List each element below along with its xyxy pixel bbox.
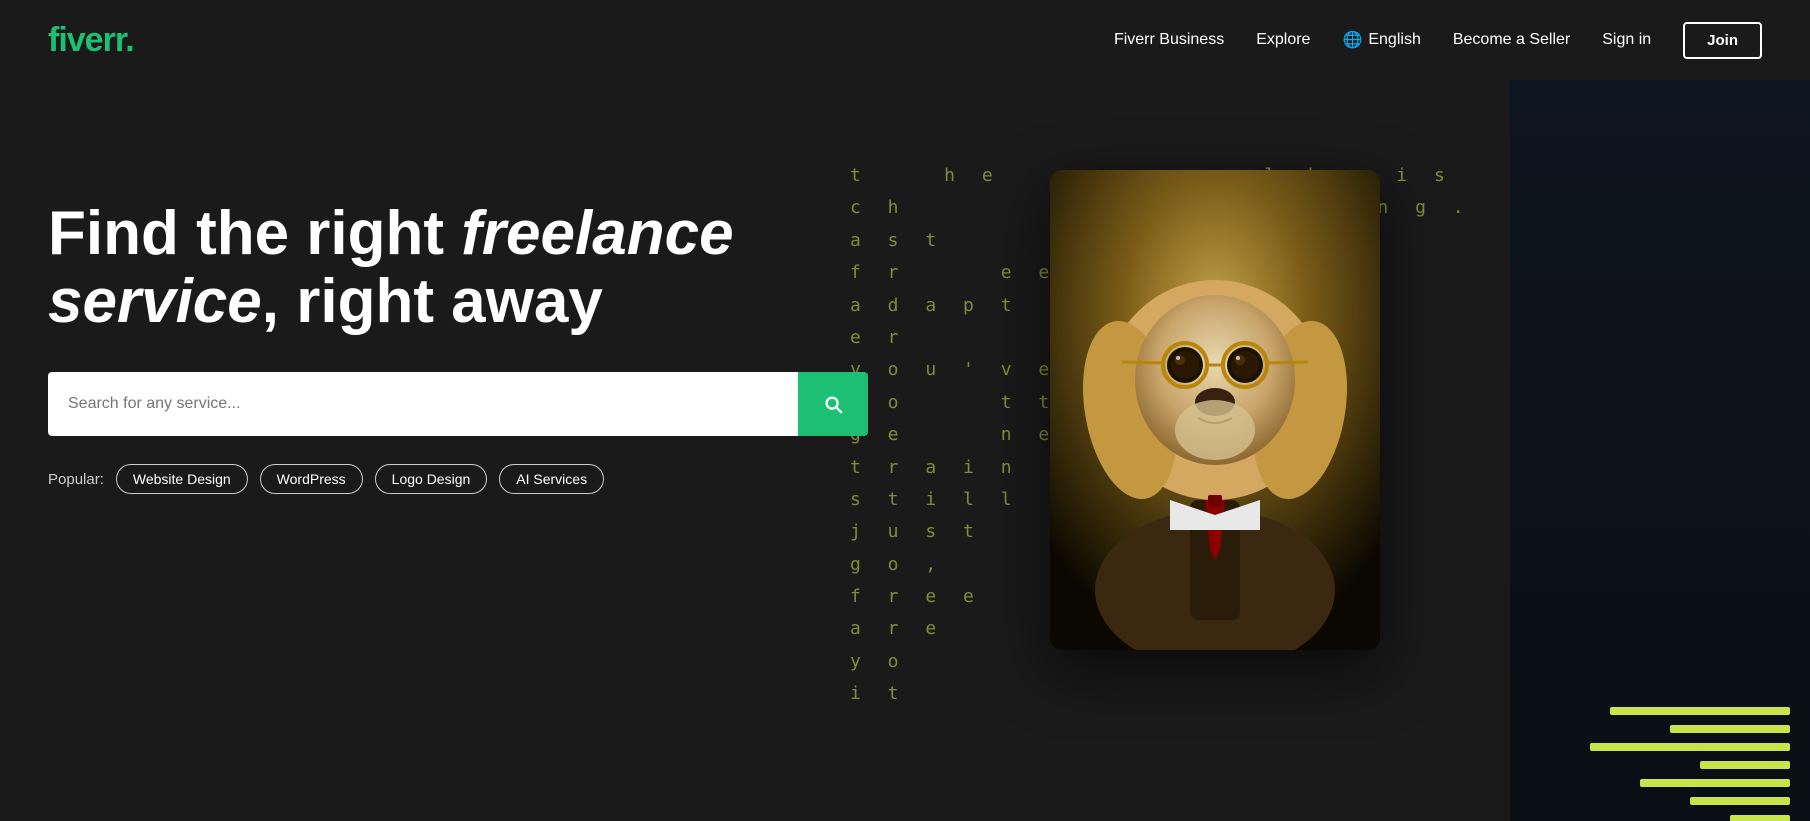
- nav-item-become-seller[interactable]: Become a Seller: [1453, 31, 1570, 49]
- nav-item-join[interactable]: Join: [1683, 22, 1762, 59]
- chart-lines: [1590, 707, 1790, 821]
- fiverr-business-link[interactable]: Fiverr Business: [1114, 31, 1224, 48]
- hero-title-rest: , right away: [262, 267, 603, 336]
- chart-bar-1: [1610, 707, 1790, 715]
- tag-website-design[interactable]: Website Design: [116, 464, 248, 494]
- hero-title-line1: Find the right freelance: [48, 199, 734, 268]
- nav-item-signin[interactable]: Sign in: [1602, 31, 1651, 49]
- tag-wordpress[interactable]: WordPress: [260, 464, 363, 494]
- tag-ai-services[interactable]: AI Services: [499, 464, 604, 494]
- chart-bar-3: [1590, 743, 1790, 751]
- search-bar: [48, 372, 868, 436]
- dog-image: [1050, 170, 1380, 650]
- chart-bar-6: [1690, 797, 1790, 805]
- popular-row: Popular: Website Design WordPress Logo D…: [48, 464, 768, 494]
- logo-dot: .: [125, 21, 133, 59]
- chart-bar-4: [1700, 761, 1790, 769]
- chart-area: [1510, 80, 1810, 821]
- hero-title-italic: service: [48, 267, 262, 336]
- chart-bar-7: [1730, 815, 1790, 821]
- logo-text: fiverr: [48, 21, 125, 59]
- dog-illustration: [1050, 170, 1380, 650]
- globe-icon: 🌐: [1342, 30, 1362, 50]
- hero-title: Find the right freelance service, right …: [48, 200, 768, 336]
- language-link[interactable]: English: [1368, 31, 1420, 49]
- hero-right: t h e w o r l d i s c h a n g i n g . f …: [850, 80, 1810, 821]
- dog-card: [1050, 170, 1380, 650]
- explore-link[interactable]: Explore: [1256, 31, 1310, 48]
- chart-bar-2: [1670, 725, 1790, 733]
- nav-links: Fiverr Business Explore 🌐 English Become…: [1114, 22, 1762, 59]
- search-icon: [822, 393, 844, 415]
- signin-link[interactable]: Sign in: [1602, 31, 1651, 48]
- hero-section: Find the right freelance service, right …: [0, 80, 1810, 821]
- tag-logo-design[interactable]: Logo Design: [375, 464, 488, 494]
- nav-item-language[interactable]: 🌐 English: [1342, 30, 1420, 50]
- navbar: fiverr. Fiverr Business Explore 🌐 Englis…: [0, 0, 1810, 80]
- become-seller-link[interactable]: Become a Seller: [1453, 31, 1570, 48]
- chart-bar-5: [1640, 779, 1790, 787]
- join-button[interactable]: Join: [1683, 22, 1762, 59]
- nav-item-fiverr-business[interactable]: Fiverr Business: [1114, 31, 1224, 49]
- search-input[interactable]: [48, 372, 798, 436]
- hero-left: Find the right freelance service, right …: [48, 140, 768, 494]
- search-button[interactable]: [798, 372, 868, 436]
- logo[interactable]: fiverr.: [48, 21, 134, 60]
- nav-item-explore[interactable]: Explore: [1256, 31, 1310, 49]
- popular-label: Popular:: [48, 471, 104, 488]
